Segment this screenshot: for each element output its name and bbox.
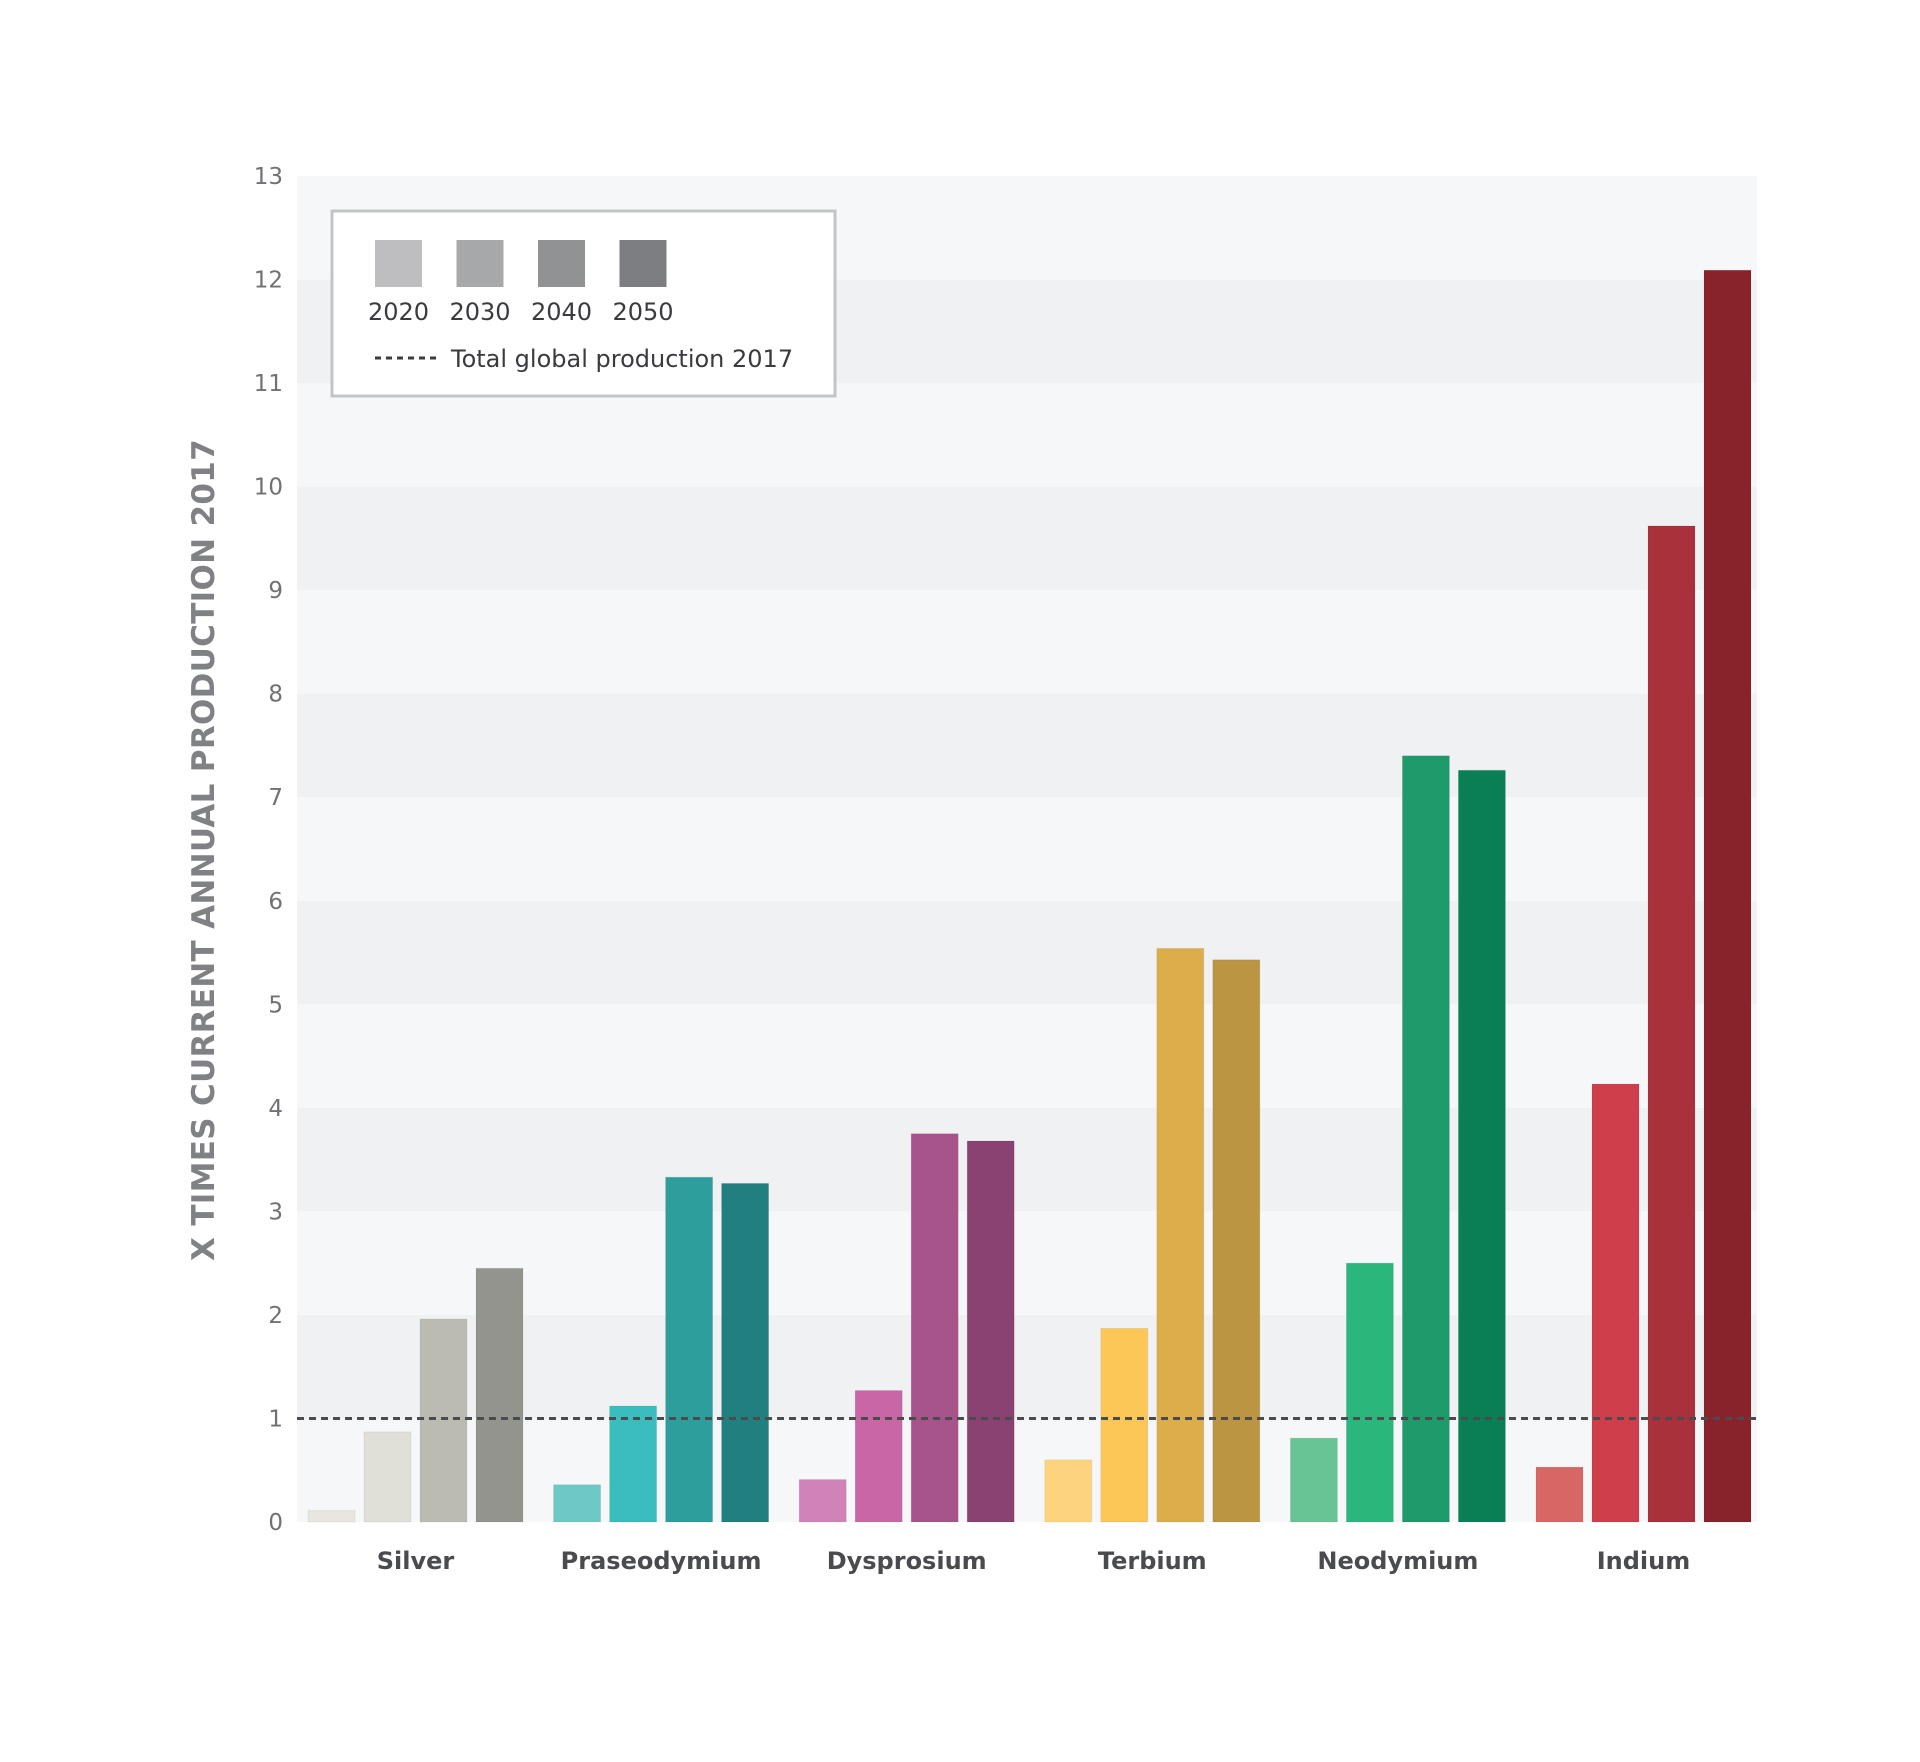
y-tick-label: 4 <box>268 1096 283 1122</box>
legend-swatch-2020 <box>375 240 422 287</box>
legend-label-2050: 2050 <box>612 298 673 326</box>
x-tick-label: Silver <box>377 1547 455 1575</box>
x-tick-label: Dysprosium <box>827 1547 987 1575</box>
legend-swatch-2050 <box>619 240 667 287</box>
x-tick-label: Praseodymium <box>561 1547 762 1575</box>
grid-band <box>297 900 1757 1005</box>
grid-band <box>297 383 1757 487</box>
bar-praseodymium-2050 <box>721 1182 770 1523</box>
y-tick-label: 7 <box>268 785 283 811</box>
grid-band <box>297 486 1757 591</box>
bar-silver-2030 <box>363 1431 412 1523</box>
y-tick-label: 5 <box>268 992 283 1018</box>
y-tick-label: 11 <box>254 371 283 397</box>
y-tick-label: 3 <box>268 1199 283 1225</box>
bar-dysprosium-2040 <box>910 1133 959 1523</box>
bar-silver-2050 <box>475 1267 524 1523</box>
bar-neodymium-2050 <box>1457 769 1506 1523</box>
y-tick-label: 10 <box>254 475 283 501</box>
bar-chart: 012345678910111213 Silver Praseodymium Dys… <box>186 164 1757 1575</box>
bar-dysprosium-2030 <box>854 1390 903 1523</box>
grid-band <box>297 1004 1757 1108</box>
y-tick-label: 1 <box>268 1406 283 1432</box>
bar-indium-2050 <box>1703 269 1752 1523</box>
legend-label-2030: 2030 <box>449 298 510 326</box>
bar-neodymium-2020 <box>1289 1437 1338 1523</box>
y-tick-label: 9 <box>268 578 283 604</box>
bar-praseodymium-2020 <box>553 1484 602 1523</box>
bar-terbium-2030 <box>1100 1327 1149 1523</box>
bar-terbium-2040 <box>1156 947 1205 1523</box>
legend-label-2020: 2020 <box>368 298 429 326</box>
x-tick-label: Indium <box>1597 1547 1691 1575</box>
legend-swatch-2030 <box>456 240 504 287</box>
grid-band <box>297 693 1757 798</box>
y-tick-label: 2 <box>268 1303 283 1329</box>
x-axis-labels: Silver Praseodymium Dysprosium Terbium Neody… <box>377 1547 1691 1575</box>
bar-praseodymium-2030 <box>609 1405 658 1523</box>
legend-label-2040: 2040 <box>531 298 592 326</box>
bar-indium-2020 <box>1535 1466 1584 1523</box>
grid-band <box>297 590 1757 694</box>
y-axis-label: X TIMES CURRENT ANNUAL PRODUCTION 2017 <box>186 439 222 1261</box>
bar-neodymium-2040 <box>1401 755 1450 1523</box>
bar-praseodymium-2040 <box>665 1176 714 1523</box>
legend: 2020 2030 2040 2050 Total global production… <box>330 209 837 398</box>
y-tick-label: 0 <box>268 1510 283 1536</box>
grid-band <box>297 797 1757 901</box>
y-tick-label: 12 <box>254 268 283 294</box>
x-tick-label: Neodymium <box>1317 1547 1478 1575</box>
y-tick-label: 13 <box>254 164 283 190</box>
bar-dysprosium-2050 <box>966 1140 1015 1523</box>
bar-terbium-2020 <box>1044 1459 1093 1523</box>
bar-silver-2040 <box>419 1318 468 1523</box>
bar-indium-2040 <box>1647 525 1696 1523</box>
y-tick-label: 8 <box>268 682 283 708</box>
grid-band <box>297 1107 1757 1212</box>
bar-neodymium-2030 <box>1345 1262 1394 1523</box>
bar-dysprosium-2020 <box>798 1479 847 1523</box>
bar-silver-2020 <box>307 1510 356 1523</box>
legend-swatch-2040 <box>538 240 585 287</box>
bar-indium-2030 <box>1591 1083 1640 1523</box>
bar-terbium-2050 <box>1212 959 1261 1523</box>
legend-line-label: Total global production 2017 <box>450 345 793 373</box>
x-tick-label: Terbium <box>1098 1547 1207 1575</box>
y-tick-label: 6 <box>268 889 283 915</box>
y-axis-ticks: 012345678910111213 <box>254 164 283 1536</box>
